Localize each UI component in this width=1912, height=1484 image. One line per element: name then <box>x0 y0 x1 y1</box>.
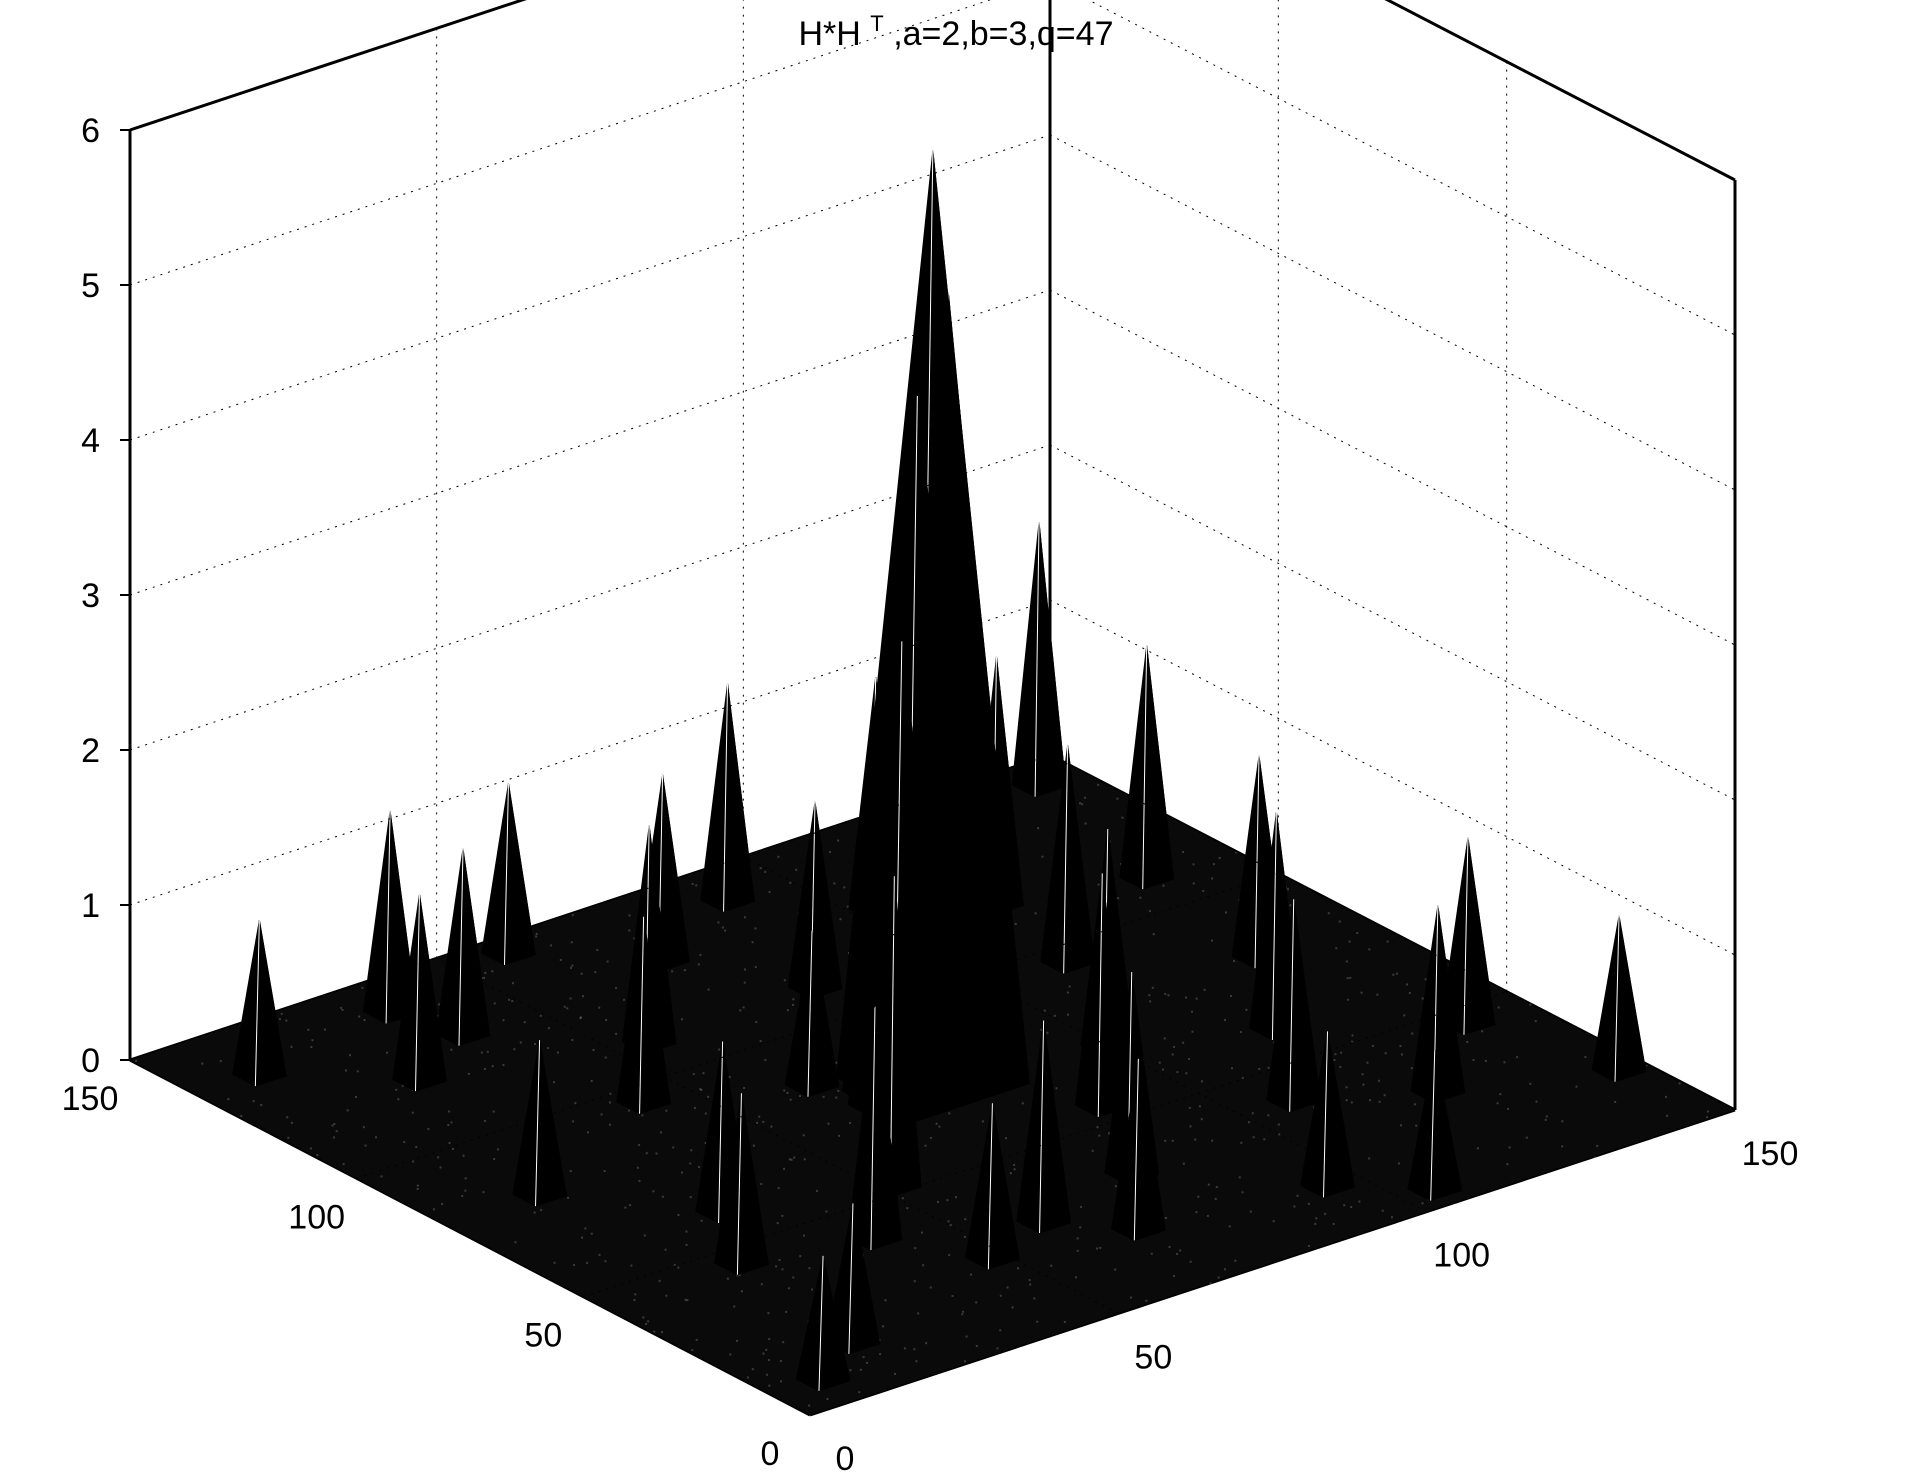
z-tick-4: 4 <box>81 422 100 460</box>
surface3d-chart: 0123456050100150050100150 H*H T ,a=2,b=3… <box>0 0 1912 1484</box>
x-tick-150: 150 <box>1742 1135 1799 1173</box>
x-tick-100: 100 <box>1433 1237 1490 1275</box>
z-tick-1: 1 <box>81 887 100 925</box>
chart-title-main: H*H <box>799 15 861 53</box>
chart-title: H*H T ,a=2,b=3,q=47 <box>799 1 1114 53</box>
y-tick-150: 150 <box>62 1080 119 1118</box>
x-tick-50: 50 <box>1134 1338 1172 1376</box>
z-tick-5: 5 <box>81 267 100 305</box>
svg-text:H*H T ,a=2,b=3: H*H T ,a=2,b=3,q=47 <box>799 1 1114 53</box>
x-tick-0: 0 <box>836 1440 855 1478</box>
z-tick-3: 3 <box>81 577 100 615</box>
chart-title-rest: ,a=2,b=3,q=47 <box>893 15 1113 53</box>
y-tick-100: 100 <box>288 1198 345 1236</box>
y-tick-50: 50 <box>524 1317 562 1355</box>
chart-title-sup: T <box>870 11 883 36</box>
z-tick-6: 6 <box>81 112 100 150</box>
z-tick-2: 2 <box>81 732 100 770</box>
z-tick-0: 0 <box>81 1042 100 1080</box>
y-tick-0: 0 <box>761 1435 780 1473</box>
